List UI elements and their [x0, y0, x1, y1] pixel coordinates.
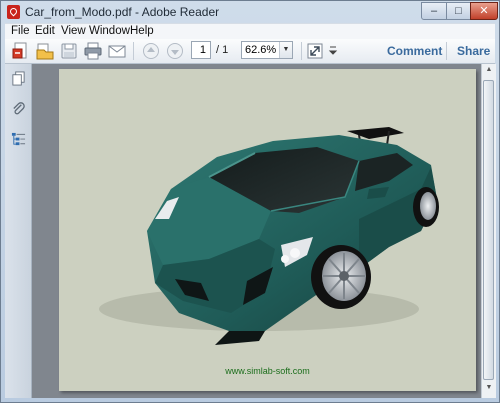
document-viewport[interactable]: www.simlab-soft.com [32, 64, 495, 398]
title-bar: Car_from_Modo.pdf - Adobe Reader – □ ✕ [1, 1, 499, 23]
close-button[interactable]: ✕ [470, 2, 498, 20]
page-total: / 1 [216, 44, 229, 56]
toolbar-overflow-icon[interactable] [327, 41, 339, 61]
fit-page-icon[interactable] [305, 41, 325, 61]
menu-edit[interactable]: Edit [35, 25, 55, 37]
zoom-select[interactable]: 62.6% ▼ [241, 41, 293, 59]
print-icon[interactable] [83, 41, 103, 61]
next-page-icon[interactable] [165, 41, 185, 61]
create-pdf-icon[interactable] [11, 41, 31, 61]
comment-button[interactable]: Comment [387, 44, 442, 58]
application-window: Car_from_Modo.pdf - Adobe Reader – □ ✕ F… [0, 0, 500, 403]
minimize-button[interactable]: – [421, 2, 447, 20]
zoom-value: 62.6% [245, 44, 277, 56]
save-icon[interactable] [59, 41, 79, 61]
scroll-down-icon[interactable]: ▼ [484, 384, 494, 396]
adobe-reader-icon [7, 5, 20, 19]
toolbar-separator [133, 42, 134, 60]
share-button[interactable]: Share [457, 44, 490, 58]
scroll-up-icon[interactable]: ▲ [484, 66, 494, 78]
pdf-page: www.simlab-soft.com [59, 69, 476, 391]
bookmarks-icon[interactable] [11, 132, 26, 147]
menu-bar: File Edit View Window Help [5, 23, 495, 40]
maximize-button[interactable]: □ [446, 2, 471, 20]
toolbar: 1 / 1 62.6% ▼ Comment Share [5, 39, 495, 64]
window-title: Car_from_Modo.pdf - Adobe Reader [25, 5, 220, 19]
watermark-text: www.simlab-soft.com [225, 366, 310, 376]
email-icon[interactable] [107, 41, 127, 61]
menu-file[interactable]: File [11, 25, 30, 37]
toolbar-separator [446, 42, 447, 60]
navigation-pane [5, 64, 32, 398]
menu-window[interactable]: Window [89, 25, 130, 37]
menu-view[interactable]: View [61, 25, 86, 37]
attachments-icon[interactable] [11, 101, 26, 116]
toolbar-separator [301, 42, 302, 60]
previous-page-icon[interactable] [141, 41, 161, 61]
chevron-down-icon[interactable]: ▼ [279, 42, 292, 58]
pages-icon[interactable] [11, 71, 26, 86]
open-icon[interactable] [35, 41, 55, 61]
car-render-image [99, 127, 439, 345]
vertical-scrollbar[interactable]: ▲ ▼ [481, 64, 496, 398]
scrollbar-thumb[interactable] [483, 80, 494, 380]
menu-help[interactable]: Help [130, 25, 154, 37]
page-number-input[interactable]: 1 [191, 41, 211, 59]
